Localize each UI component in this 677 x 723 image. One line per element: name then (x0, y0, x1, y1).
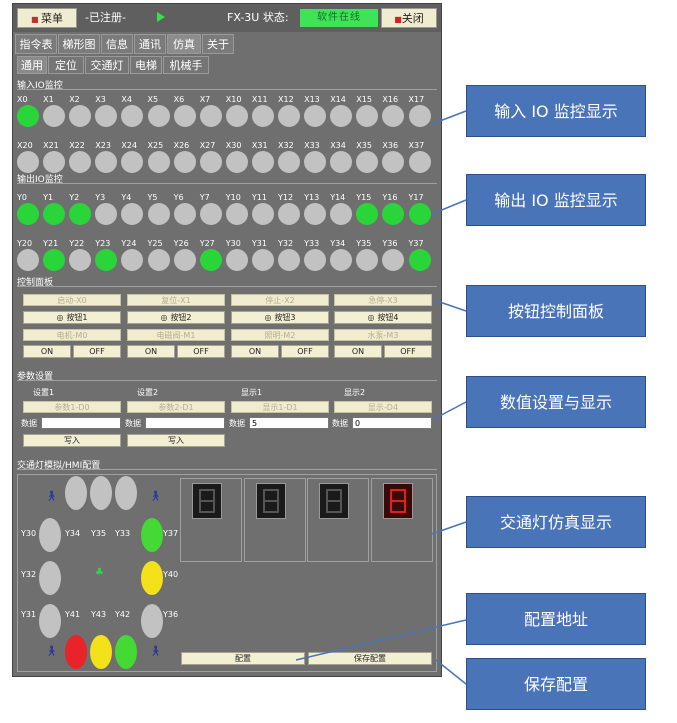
callout-line (431, 199, 467, 215)
callout-line (431, 521, 467, 535)
callout-line (435, 659, 467, 685)
callout-line (295, 619, 467, 661)
callout-lines (295, 110, 467, 685)
callout-line (431, 110, 467, 125)
callout-line (431, 401, 467, 421)
callout-line (433, 299, 467, 312)
